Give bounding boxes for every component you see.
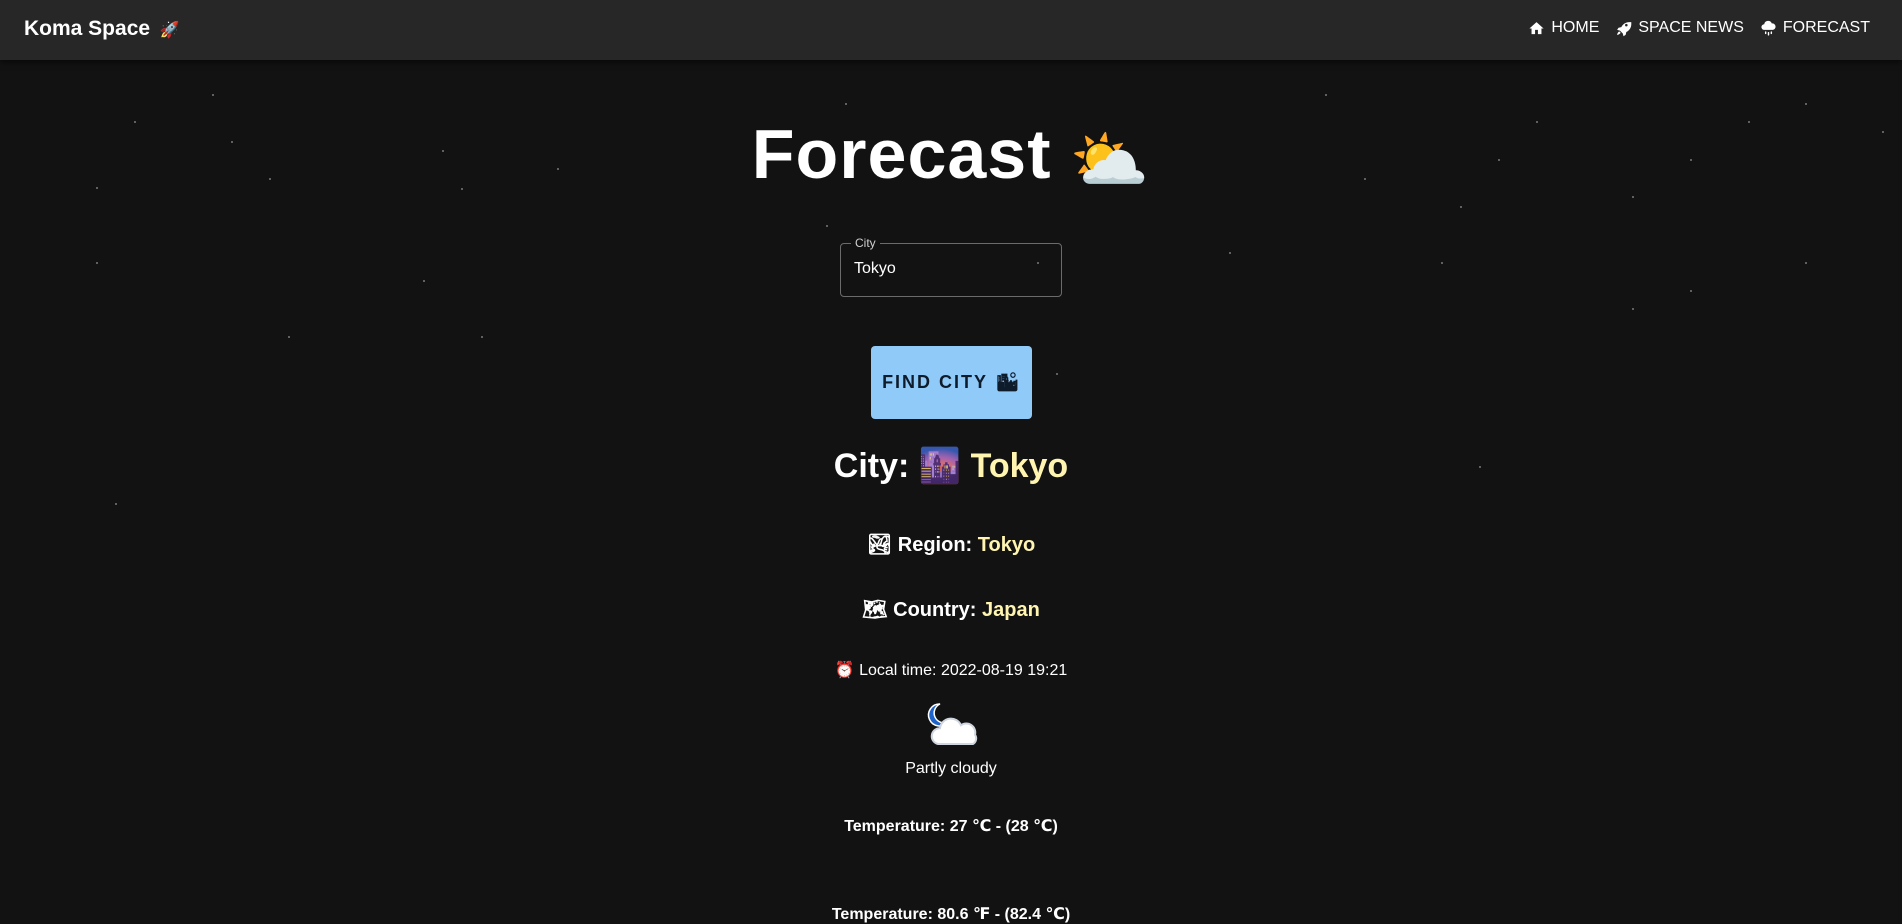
local-time-label: Local time: <box>859 662 937 679</box>
page-title-text: Forecast <box>751 115 1052 193</box>
local-time-line: ⏰ Local time: 2022-08-19 19:21 <box>0 660 1902 680</box>
nav-space-news-label: SPACE NEWS <box>1638 19 1744 36</box>
region-label: Region: <box>897 534 973 556</box>
page-title: Forecast ⛅ <box>0 112 1902 202</box>
alarm-clock-icon: ⏰ <box>834 662 855 679</box>
city-heading-label: City: <box>833 447 910 485</box>
rocket-icon <box>1617 21 1632 36</box>
brand-logo[interactable]: Koma Space 🚀 <box>24 17 180 41</box>
app-bar: Koma Space 🚀 HOME SPACE NEWS FORECAST <box>0 0 1902 60</box>
rocket-icon: 🚀 <box>159 22 180 39</box>
country-line: 🗺 Country: Japan <box>0 597 1902 622</box>
country-label: Country: <box>893 599 977 621</box>
weather-condition: Partly cloudy <box>905 760 997 777</box>
forecast-page: Forecast⛅ City FIND CITY 🏙 City: 🌆 Tokyo… <box>0 0 1902 923</box>
city-name: Tokyo <box>970 447 1069 485</box>
find-city-button[interactable]: FIND CITY 🏙 <box>871 346 1032 419</box>
nav-home-label: HOME <box>1551 19 1600 36</box>
city-input[interactable] <box>854 260 1049 278</box>
nav-forecast-label: FORECAST <box>1782 19 1870 36</box>
nav-space-news[interactable]: SPACE NEWS <box>1615 19 1744 37</box>
national-park-icon: 🏞 <box>866 534 893 556</box>
brand-name: Koma Space <box>24 17 151 40</box>
local-time-value: 2022-08-19 19:21 <box>940 662 1068 679</box>
city-heading: City: 🌆 Tokyo <box>0 445 1902 487</box>
region-line: 🏞 Region: Tokyo <box>0 532 1902 557</box>
country-value: Japan <box>982 599 1040 621</box>
nav-home[interactable]: HOME <box>1528 19 1599 37</box>
cityscape-dusk-icon: 🌆 <box>918 447 962 485</box>
main-nav: HOME SPACE NEWS FORECAST <box>1528 19 1870 37</box>
temperature-fahrenheit: Temperature: 80.6 ℉ - (82.4 ℃) <box>831 906 1071 923</box>
nav-forecast[interactable]: FORECAST <box>1760 19 1870 37</box>
sun-behind-cloud-icon: ⛅ <box>1069 123 1151 196</box>
city-field[interactable]: City <box>840 236 1062 297</box>
region-value: Tokyo <box>977 534 1036 556</box>
night-partly-cloudy-icon <box>927 703 978 745</box>
temperature-celsius: Temperature: 27 ℃ - (28 ℃) <box>844 818 1058 835</box>
find-city-label: FIND CITY <box>882 372 989 392</box>
world-map-icon: 🗺 <box>862 599 888 621</box>
rain-cloud-icon <box>1761 20 1776 36</box>
city-field-label: City <box>851 236 880 250</box>
home-icon <box>1529 21 1544 34</box>
city-skyline-icon: 🏙 <box>996 372 1021 392</box>
